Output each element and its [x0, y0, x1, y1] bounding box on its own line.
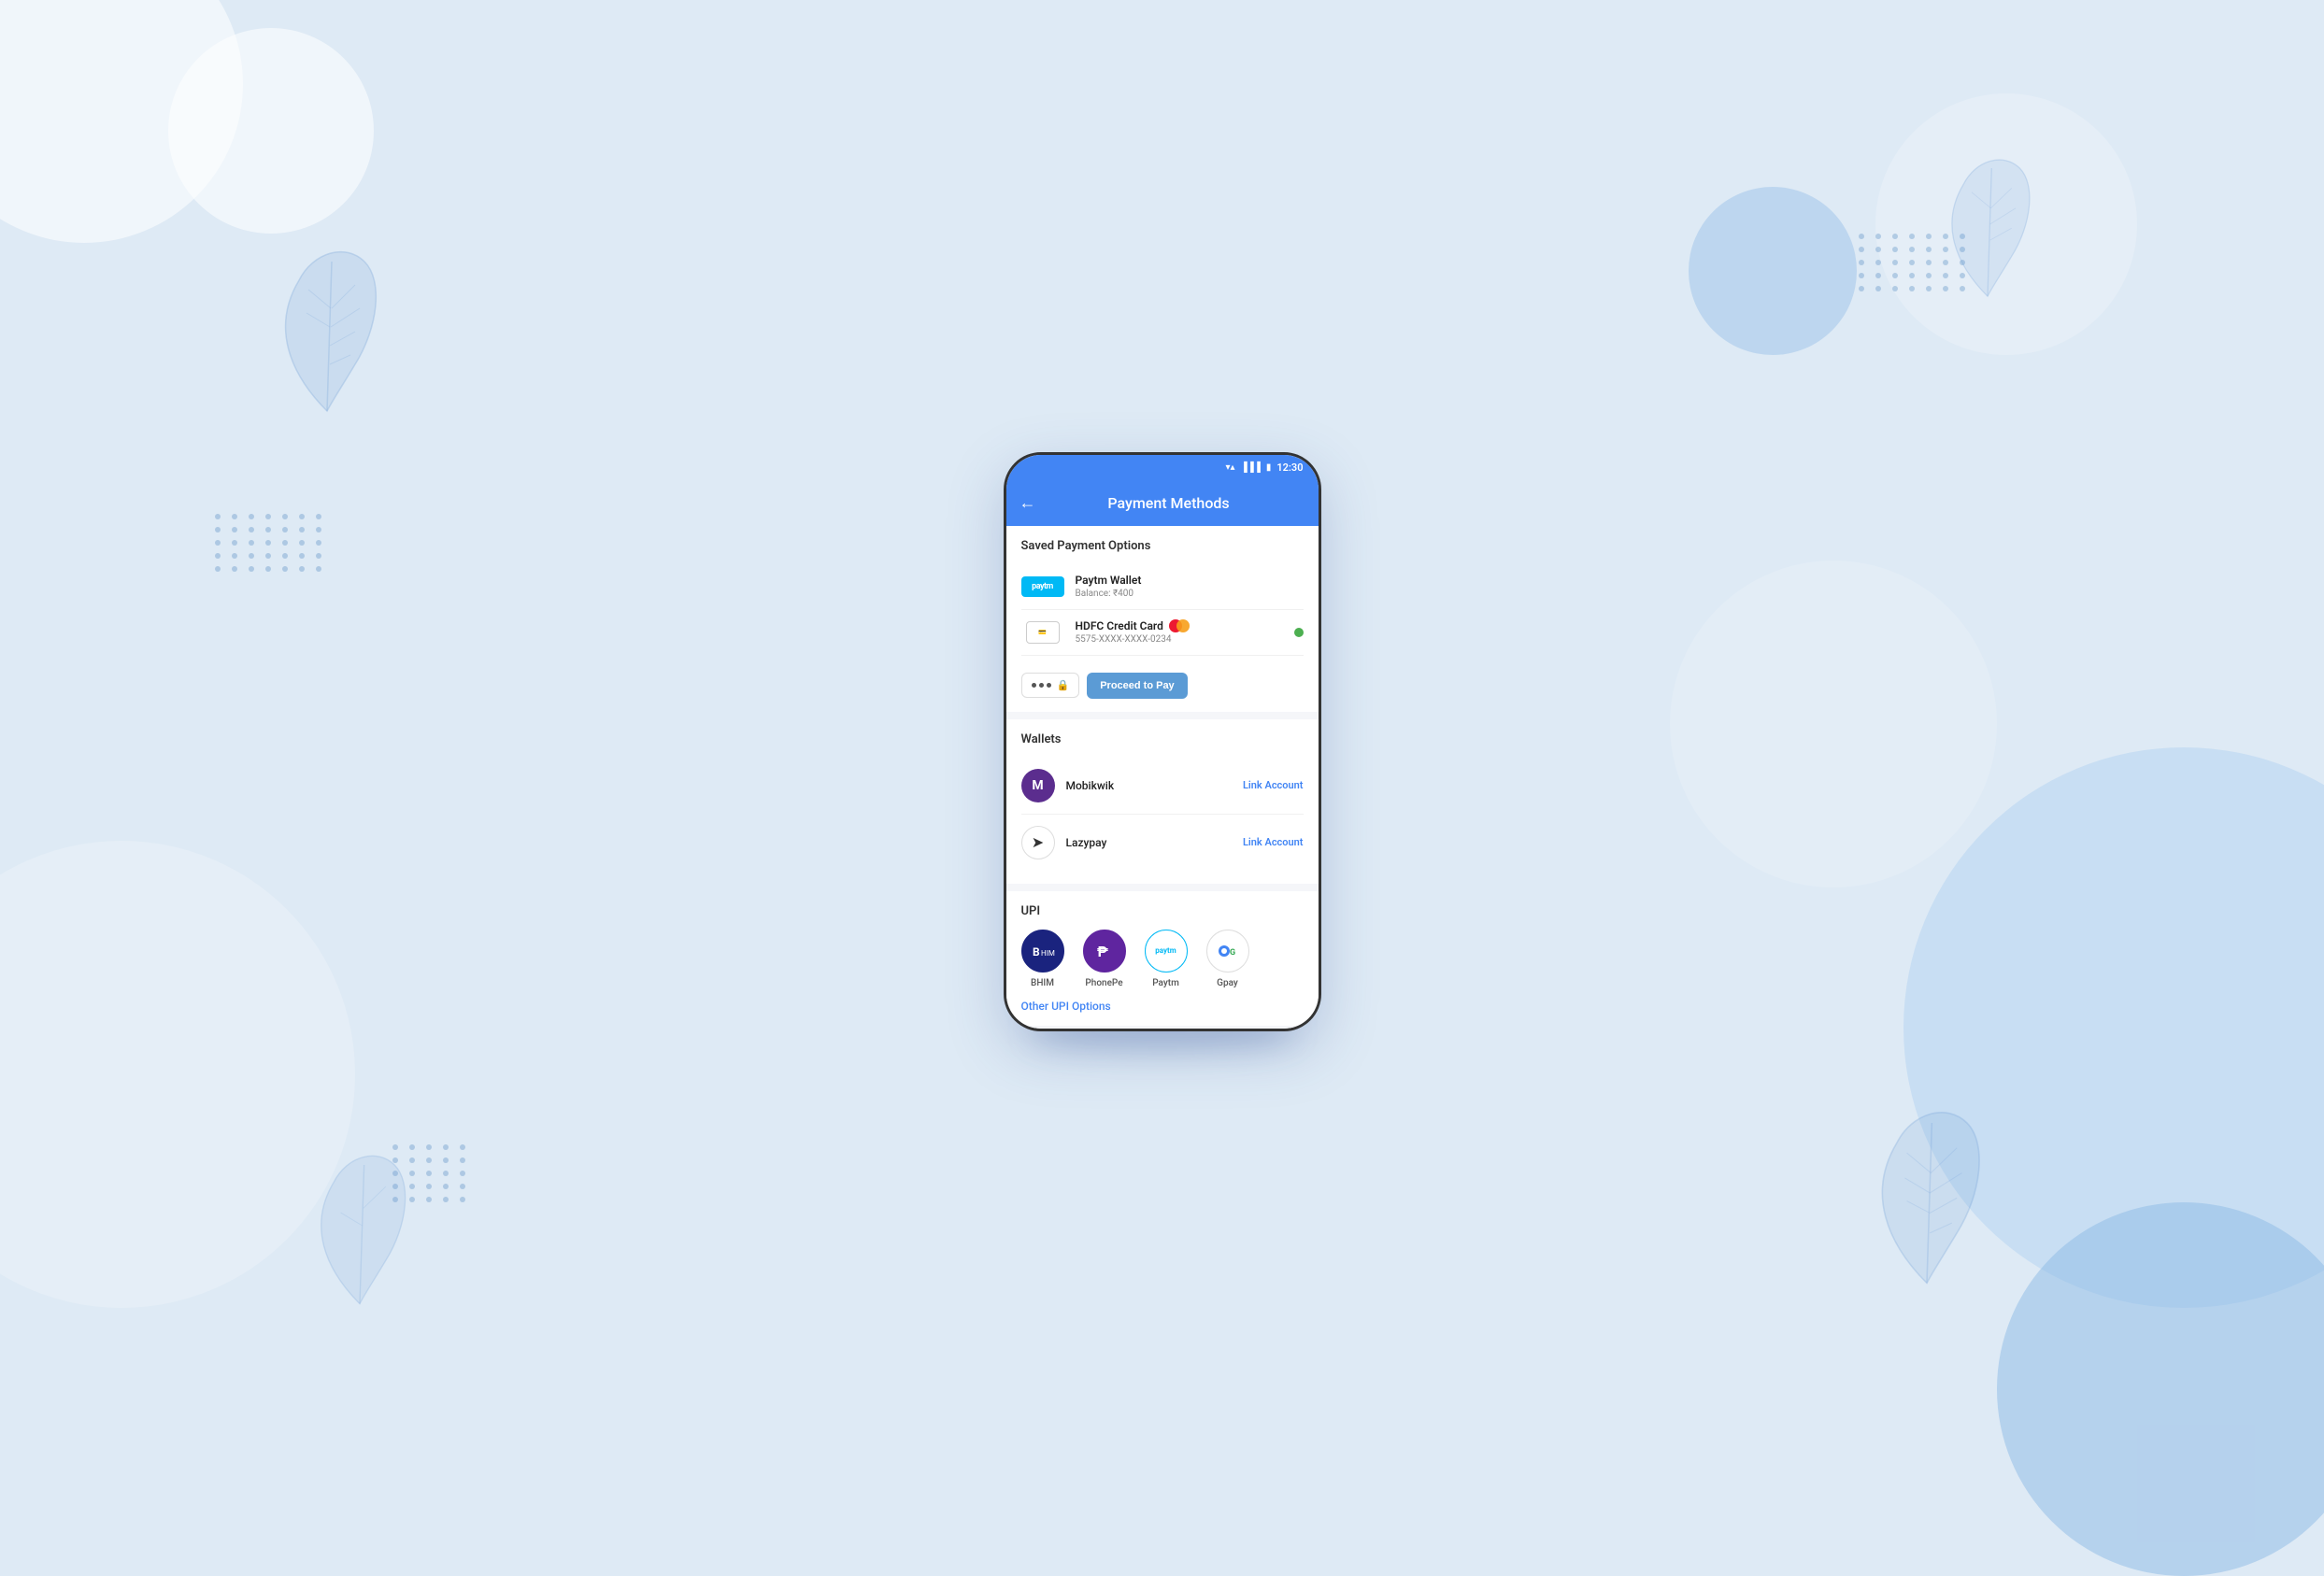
paytm-upi-item[interactable]: paytm Paytm: [1145, 930, 1188, 988]
bhim-icon: B HIM: [1021, 930, 1064, 973]
bhim-label: BHIM: [1031, 978, 1054, 988]
app-bar: ← Payment Methods: [1006, 481, 1319, 526]
gpay-label: Gpay: [1217, 978, 1238, 988]
upi-section-title: UPI: [1021, 904, 1304, 918]
back-button[interactable]: ←: [1019, 493, 1036, 513]
saved-section-title: Saved Payment Options: [1021, 539, 1304, 553]
upi-grid: B HIM BHIM ₱ PhonePe: [1021, 930, 1304, 988]
phone-mockup: ▾▴ ▐▐▐ ▮ 12:30 ← Payment Methods Saved P…: [1004, 452, 1321, 1031]
card-icon: 💳: [1038, 629, 1047, 636]
other-upi-link[interactable]: Other UPI Options: [1021, 1000, 1304, 1013]
svg-text:HIM: HIM: [1041, 949, 1055, 958]
gpay-upi-item[interactable]: G Gpay: [1206, 930, 1249, 988]
paytm-upi-icon: paytm: [1145, 930, 1188, 973]
lazypay-name: Lazypay: [1066, 836, 1232, 849]
page-title: Payment Methods: [1049, 494, 1289, 512]
phonepe-upi-item[interactable]: ₱ PhonePe: [1083, 930, 1126, 988]
phone-frame: ▾▴ ▐▐▐ ▮ 12:30 ← Payment Methods Saved P…: [1004, 452, 1321, 1031]
paytm-upi-label: Paytm: [1152, 978, 1179, 988]
paytm-wallet-detail: Balance: ₹400: [1076, 589, 1304, 599]
active-indicator: [1294, 628, 1304, 637]
wifi-icon: ▾▴: [1226, 462, 1235, 473]
hdfc-card-logo: 💳: [1021, 619, 1064, 646]
hdfc-card-item[interactable]: 💳 HDFC Credit Card 5575-XXXX-XXXX-0234: [1021, 610, 1304, 656]
saved-payment-section: Saved Payment Options paytm Paytm Wallet…: [1006, 526, 1319, 712]
svg-text:₱: ₱: [1097, 943, 1108, 960]
gpay-icon: G: [1206, 930, 1249, 973]
paytm-text: paytm: [1032, 582, 1053, 591]
hdfc-card-detail: 5575-XXXX-XXXX-0234: [1076, 634, 1283, 645]
lazypay-link-button[interactable]: Link Account: [1243, 836, 1304, 848]
svg-text:G: G: [1230, 948, 1235, 958]
lazypay-item[interactable]: ➤ Lazypay Link Account: [1021, 815, 1304, 871]
proceed-to-pay-button[interactable]: Proceed to Pay: [1087, 673, 1187, 699]
phonepe-icon: ₱: [1083, 930, 1126, 973]
lazypay-icon: ➤: [1021, 826, 1055, 859]
wallets-section: Wallets M Mobikwik Link Account ➤ Lazypa…: [1006, 719, 1319, 884]
hdfc-card-info: HDFC Credit Card 5575-XXXX-XXXX-0234: [1076, 619, 1283, 645]
wallets-section-title: Wallets: [1021, 732, 1304, 746]
upi-section: UPI B HIM BHIM: [1006, 891, 1319, 1026]
svg-text:B: B: [1033, 945, 1040, 958]
cvv-input-field[interactable]: 🔒: [1021, 673, 1080, 698]
phonepe-label: PhonePe: [1085, 978, 1122, 988]
paytm-info: Paytm Wallet Balance: ₹400: [1076, 574, 1304, 599]
paytm-wallet-item[interactable]: paytm Paytm Wallet Balance: ₹400: [1021, 564, 1304, 610]
battery-icon: ▮: [1266, 462, 1272, 473]
cvv-row: 🔒 Proceed to Pay: [1021, 665, 1304, 699]
lock-icon: 🔒: [1057, 679, 1070, 691]
status-time: 12:30: [1276, 461, 1303, 474]
paytm-wallet-name: Paytm Wallet: [1076, 574, 1304, 587]
phone-content: Saved Payment Options paytm Paytm Wallet…: [1006, 526, 1319, 1029]
cvv-dots: [1032, 683, 1051, 688]
mastercard-icon: [1169, 619, 1190, 632]
status-bar: ▾▴ ▐▐▐ ▮ 12:30: [1006, 455, 1319, 481]
signal-icon: ▐▐▐: [1241, 462, 1261, 473]
paytm-logo: paytm: [1021, 574, 1064, 600]
hdfc-card-name: HDFC Credit Card: [1076, 619, 1283, 632]
mobikwik-icon: M: [1021, 769, 1055, 802]
bhim-upi-item[interactable]: B HIM BHIM: [1021, 930, 1064, 988]
mobikwik-item[interactable]: M Mobikwik Link Account: [1021, 758, 1304, 815]
mobikwik-name: Mobikwik: [1066, 779, 1232, 792]
mobikwik-link-button[interactable]: Link Account: [1243, 779, 1304, 791]
